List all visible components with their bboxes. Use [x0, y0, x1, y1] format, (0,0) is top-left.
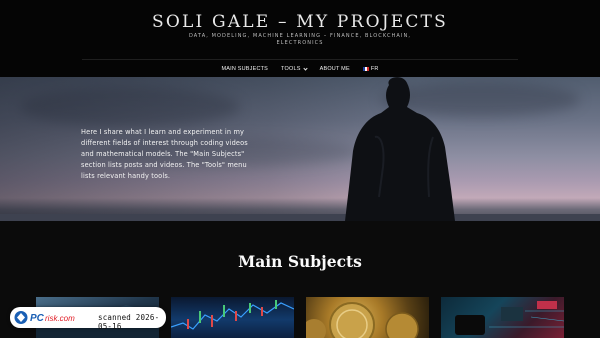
pcrisk-logo-icon: PC risk.com	[14, 311, 75, 324]
hero-intro-text: Here I share what I learn and experiment…	[81, 128, 248, 180]
nav-item-label: FR	[370, 66, 379, 72]
person-silhouette-image	[345, 77, 455, 221]
pcrisk-scan-badge: PC risk.com scanned 2026-05-16	[10, 307, 166, 331]
svg-text:risk.com: risk.com	[45, 314, 75, 323]
circuit-board-image	[455, 301, 564, 335]
subject-card-image[interactable]	[441, 297, 564, 338]
chevron-down-icon	[302, 65, 308, 71]
nav-item-label: TOOLS	[281, 66, 301, 72]
nav-item-label: ABOUT ME	[319, 66, 350, 72]
stock-chart-image	[171, 300, 294, 330]
svg-text:PC: PC	[30, 313, 45, 324]
bitcoin-coins-image	[306, 302, 419, 338]
hero-banner: Here I share what I learn and experiment…	[0, 77, 600, 221]
site-tagline: DATA, MODELING, MACHINE LEARNING – FINAN…	[188, 33, 412, 46]
main-nav: MAIN SUBJECTS TOOLS ABOUT ME FR	[0, 64, 600, 74]
scan-date-text: scanned 2026-05-16	[98, 313, 160, 331]
nav-item-language-fr[interactable]: FR	[362, 66, 379, 72]
site-title[interactable]: SOLI GALE – MY PROJECTS	[0, 12, 600, 32]
nav-item-tools[interactable]: TOOLS	[281, 65, 308, 72]
header-divider	[82, 59, 518, 60]
subject-card-image[interactable]	[171, 297, 294, 338]
section-title: Main Subjects	[238, 252, 362, 271]
nav-item-about-me[interactable]: ABOUT ME	[320, 66, 350, 72]
nav-item-label: MAIN SUBJECTS	[221, 66, 269, 72]
nav-item-main-subjects[interactable]: MAIN SUBJECTS	[221, 66, 268, 72]
french-flag-icon	[362, 67, 369, 71]
hero-horizon	[0, 214, 600, 221]
site-header: SOLI GALE – MY PROJECTS DATA, MODELING, …	[0, 0, 600, 77]
subject-card-image[interactable]	[306, 297, 429, 338]
